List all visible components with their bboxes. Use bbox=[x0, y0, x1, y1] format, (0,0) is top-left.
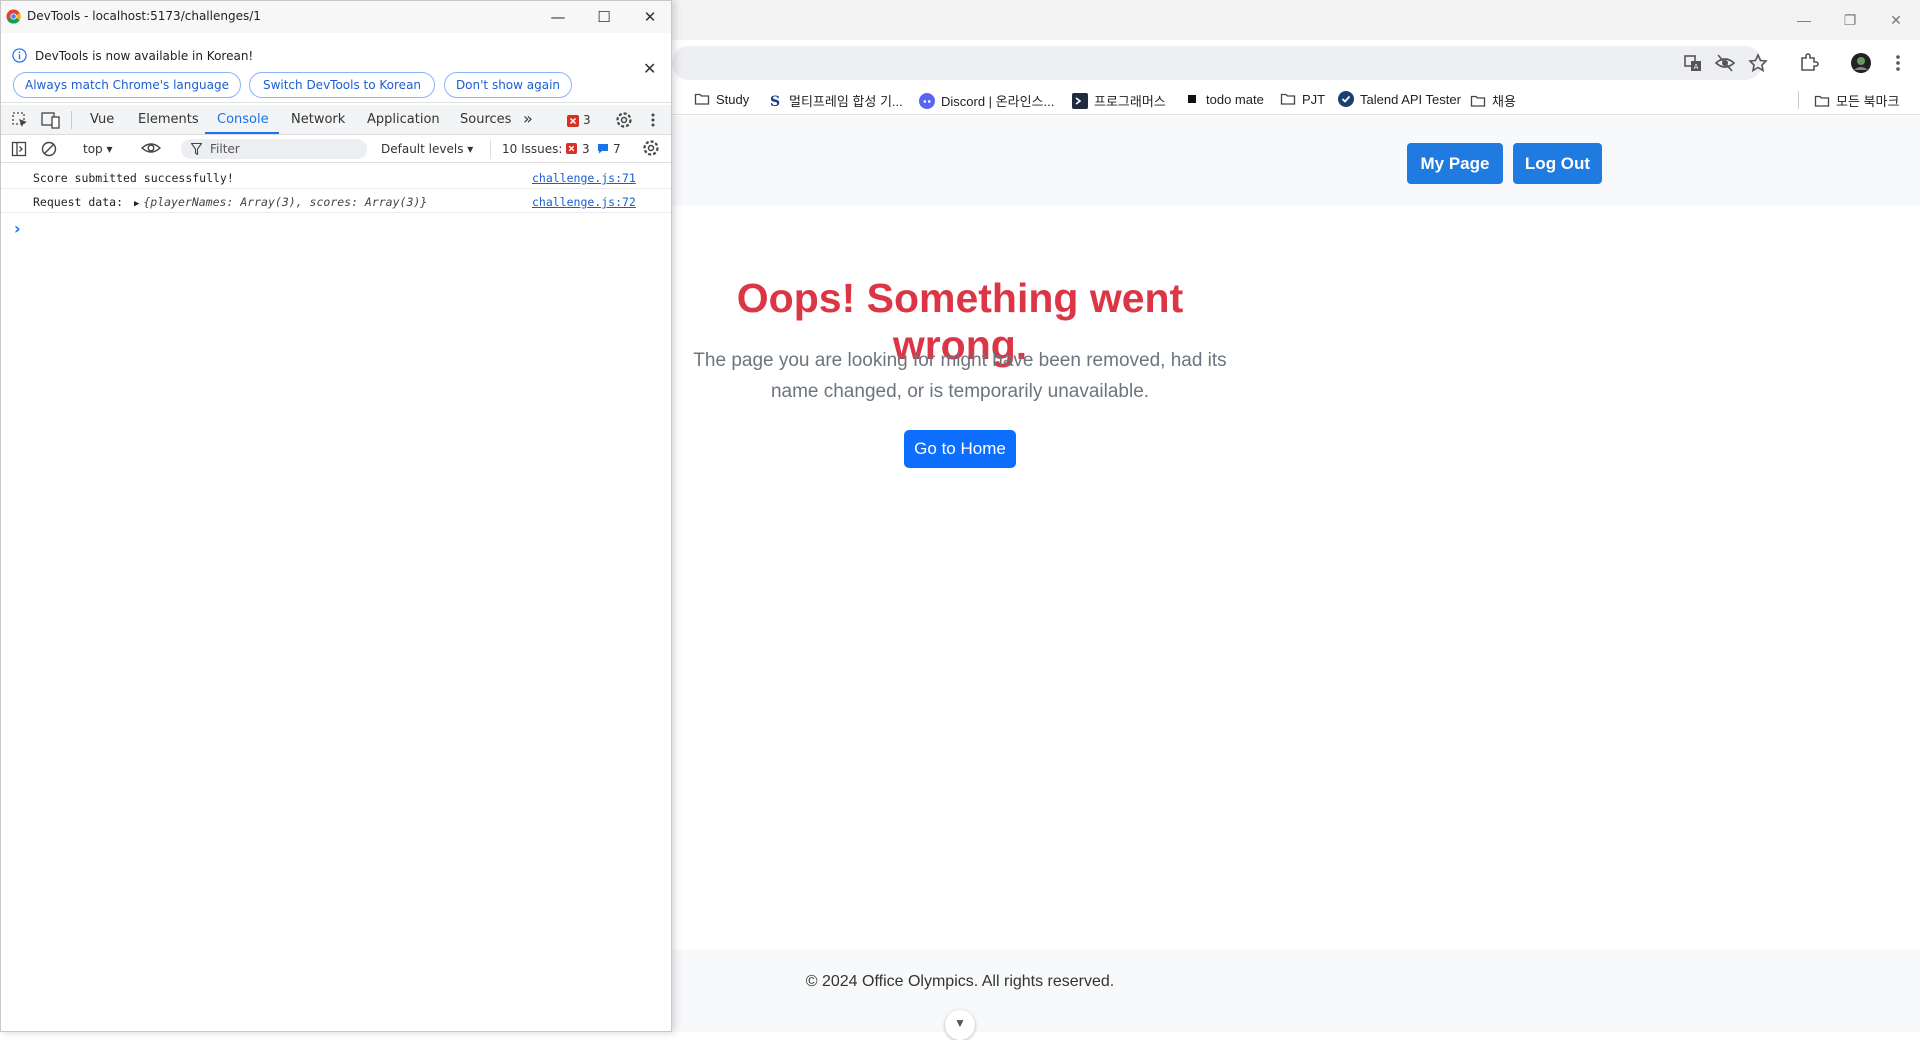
info-icon bbox=[12, 48, 27, 63]
error-badge-icon[interactable] bbox=[567, 115, 579, 127]
log-levels-dropdown[interactable]: Default levels ▾ bbox=[381, 142, 473, 156]
my-page-button[interactable]: My Page bbox=[1407, 143, 1503, 184]
issues-label[interactable]: 10 Issues: bbox=[502, 142, 562, 156]
translate-icon[interactable]: A bbox=[1682, 52, 1704, 74]
log-separator bbox=[1, 212, 671, 213]
error-message: The page you are looking for might have … bbox=[693, 350, 1227, 402]
bookmarks-bar: Study S 멀티프레임 합성 기... Discord | 온라인스... … bbox=[672, 85, 1920, 115]
devtools-tabbar: Vue Elements Console Network Application… bbox=[1, 105, 671, 135]
clear-console-icon[interactable] bbox=[41, 141, 57, 157]
tab-network[interactable]: Network bbox=[291, 112, 345, 127]
console-log-source-link[interactable]: challenge.js:71 bbox=[532, 171, 636, 185]
go-home-button[interactable]: Go to Home bbox=[904, 430, 1016, 468]
bookmark-multiframe[interactable]: S 멀티프레임 합성 기... bbox=[767, 91, 903, 110]
chrome-logo-icon bbox=[6, 9, 21, 24]
todo-icon bbox=[1184, 91, 1200, 107]
context-selector[interactable]: top ▾ bbox=[83, 142, 113, 156]
banner-close-icon[interactable]: ✕ bbox=[643, 59, 656, 78]
filter-funnel-icon bbox=[191, 143, 202, 155]
toolbar-divider bbox=[490, 139, 491, 159]
console-filter-input[interactable]: Filter bbox=[181, 139, 367, 159]
tab-divider bbox=[71, 111, 72, 129]
tab-sources[interactable]: Sources bbox=[460, 112, 511, 127]
browser-restore-icon[interactable]: ❐ bbox=[1838, 8, 1862, 32]
device-toolbar-icon[interactable] bbox=[41, 111, 61, 129]
profile-avatar-icon[interactable] bbox=[1850, 52, 1872, 74]
folder-icon bbox=[694, 91, 710, 107]
address-bar[interactable] bbox=[672, 46, 1762, 80]
bookmark-star-icon[interactable] bbox=[1747, 52, 1769, 74]
folder-icon bbox=[1814, 93, 1830, 109]
bookmark-todo-mate[interactable]: todo mate bbox=[1184, 91, 1264, 107]
console-log-message: Request data: ▶ {playerNames: Array(3), s… bbox=[33, 195, 427, 209]
log-object-preview[interactable]: {playerNames: Array(3), scores: Array(3)… bbox=[143, 195, 427, 209]
console-settings-icon[interactable] bbox=[642, 139, 660, 157]
programmers-icon bbox=[1072, 92, 1088, 109]
inspect-element-icon[interactable] bbox=[11, 111, 29, 129]
devtools-minimize-icon[interactable]: — bbox=[546, 5, 570, 29]
banner-message: DevTools is now available in Korean! bbox=[35, 49, 254, 63]
bookmark-study[interactable]: Study bbox=[694, 91, 749, 107]
more-menu-icon[interactable] bbox=[1887, 52, 1909, 74]
log-out-button[interactable]: Log Out bbox=[1513, 143, 1602, 184]
svg-text:A: A bbox=[1694, 63, 1699, 71]
context-value: top bbox=[83, 142, 103, 156]
log-prefix: Request data: bbox=[33, 195, 130, 209]
browser-close-icon[interactable]: ✕ bbox=[1884, 8, 1908, 32]
eye-off-icon[interactable] bbox=[1714, 52, 1736, 74]
always-match-language-button[interactable]: Always match Chrome's language bbox=[13, 72, 241, 98]
bookmark-all[interactable]: 모든 북마크 bbox=[1814, 91, 1899, 110]
console-log-message: Score submitted successfully! bbox=[33, 171, 234, 185]
issues-error-count: 3 bbox=[582, 142, 590, 156]
tab-console[interactable]: Console bbox=[217, 112, 269, 127]
bookmark-programmers[interactable]: 프로그래머스 bbox=[1072, 91, 1166, 110]
bookmarks-divider bbox=[1798, 91, 1799, 109]
log-separator bbox=[1, 188, 671, 189]
devtools-titlebar: DevTools - localhost:5173/challenges/1 —… bbox=[1, 1, 671, 33]
switch-to-korean-button[interactable]: Switch DevTools to Korean bbox=[249, 72, 435, 98]
devtools-title: DevTools - localhost:5173/challenges/1 bbox=[27, 9, 261, 23]
more-tabs-icon[interactable]: » bbox=[523, 109, 533, 128]
devtools-window: DevTools - localhost:5173/challenges/1 —… bbox=[0, 0, 672, 1032]
devtools-menu-icon[interactable] bbox=[647, 111, 659, 129]
folder-icon bbox=[1280, 91, 1296, 107]
settings-gear-icon[interactable] bbox=[615, 111, 633, 129]
console-log-source-link[interactable]: challenge.js:72 bbox=[532, 195, 636, 209]
bookmark-pjt[interactable]: PJT bbox=[1280, 91, 1325, 107]
active-tab-indicator bbox=[205, 132, 279, 134]
log-levels-value: Default levels bbox=[381, 142, 464, 156]
console-prompt[interactable]: › bbox=[14, 219, 21, 238]
bookmark-hiring[interactable]: 채용 bbox=[1470, 91, 1516, 110]
footer-copyright: © 2024 Office Olympics. All rights reser… bbox=[805, 973, 1115, 990]
devtools-close-icon[interactable]: ✕ bbox=[638, 5, 662, 29]
tab-vue[interactable]: Vue bbox=[90, 112, 114, 127]
folder-icon bbox=[1470, 93, 1486, 109]
scroll-down-icon[interactable]: ▼ bbox=[945, 1010, 975, 1040]
filter-placeholder: Filter bbox=[210, 142, 240, 156]
expand-triangle-icon[interactable]: ▶ bbox=[134, 199, 139, 209]
issues-error-icon bbox=[566, 143, 577, 154]
issues-info-count: 7 bbox=[613, 142, 621, 156]
browser-minimize-icon[interactable]: — bbox=[1792, 8, 1816, 32]
talend-icon bbox=[1338, 91, 1354, 107]
dont-show-again-button[interactable]: Don't show again bbox=[444, 72, 572, 98]
bookmark-discord[interactable]: Discord | 온라인스... bbox=[919, 91, 1054, 110]
tab-application[interactable]: Application bbox=[367, 112, 440, 127]
svg-text:S: S bbox=[770, 94, 780, 109]
extensions-icon[interactable] bbox=[1797, 52, 1819, 74]
s-logo-icon: S bbox=[767, 93, 783, 109]
live-expression-eye-icon[interactable] bbox=[141, 140, 161, 156]
sidebar-toggle-icon[interactable] bbox=[11, 141, 27, 157]
devtools-maximize-icon[interactable]: ☐ bbox=[592, 5, 616, 29]
error-count: 3 bbox=[583, 113, 591, 127]
bookmark-talend[interactable]: Talend API Tester bbox=[1338, 91, 1461, 107]
issues-info-icon bbox=[597, 143, 609, 154]
discord-icon bbox=[919, 92, 935, 109]
tab-elements[interactable]: Elements bbox=[138, 112, 199, 127]
